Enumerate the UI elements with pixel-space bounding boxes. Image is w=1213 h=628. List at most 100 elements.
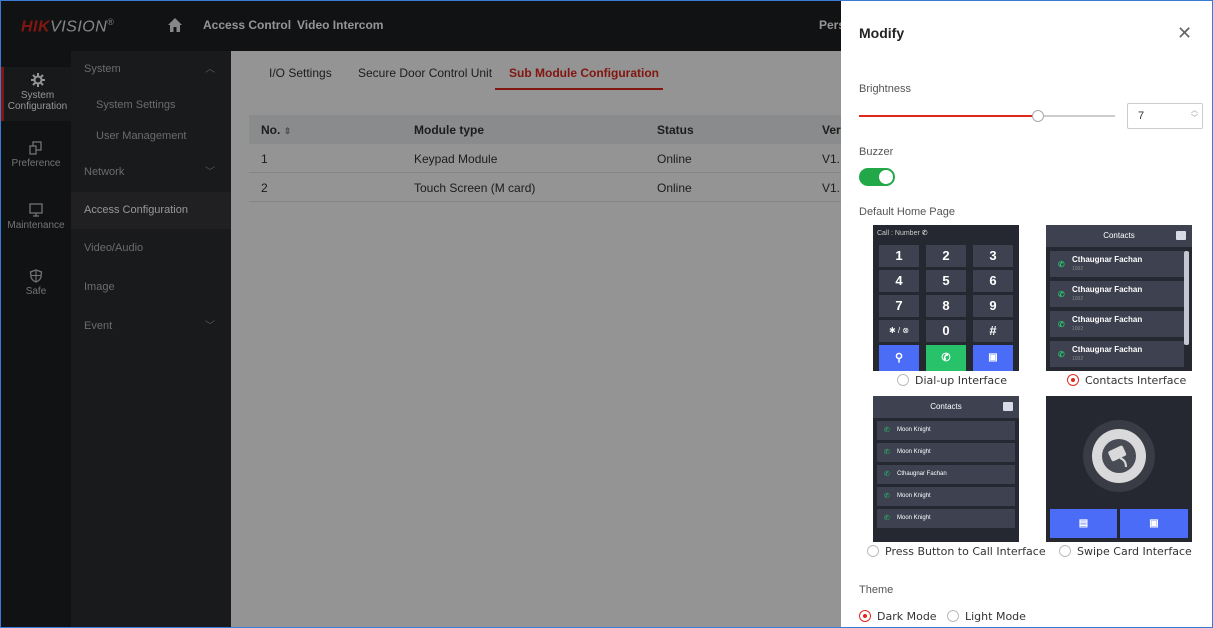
swipe-card-preview[interactable]: ▤ ▣ bbox=[1046, 396, 1192, 542]
phone-icon: ✆ bbox=[1058, 290, 1065, 299]
module-table: No. ⇕ Module type Status Ver 1 Keypad Mo… bbox=[249, 115, 841, 202]
phone-icon: ✆ bbox=[921, 230, 928, 237]
table-row[interactable]: 2 Touch Screen (M card) Online V1. bbox=[249, 173, 841, 202]
app-window: HIKVISION® Access Control Video Intercom… bbox=[0, 0, 1213, 628]
nav-video-intercom[interactable]: Video Intercom bbox=[297, 18, 383, 32]
contact-row: ✆ Cthaugnar Fachan 1002 bbox=[1050, 281, 1184, 307]
brightness-value: 7 bbox=[1138, 110, 1145, 122]
brightness-input[interactable]: 7 ︿ ﹀ bbox=[1127, 103, 1203, 129]
tab-sub-module-configuration[interactable]: Sub Module Configuration bbox=[509, 66, 659, 80]
cell-no: 1 bbox=[261, 152, 268, 166]
theme-light[interactable]: Light Mode bbox=[947, 610, 1026, 623]
theme-dark[interactable]: Dark Mode bbox=[859, 610, 937, 623]
cell-version: V1. bbox=[822, 152, 841, 166]
rail-item-safe[interactable]: Safe bbox=[1, 269, 71, 309]
rail-item-system-configuration[interactable]: System Configuration bbox=[1, 67, 71, 121]
slider-fill bbox=[859, 115, 1039, 117]
rail-label: Safe bbox=[25, 286, 47, 297]
subnav-network[interactable]: Network ﹀ bbox=[71, 154, 231, 191]
option-label: Swipe Card Interface bbox=[1077, 545, 1192, 558]
cell-no: 2 bbox=[261, 181, 268, 195]
subnav-label: Event bbox=[84, 320, 113, 332]
radio-light-mode[interactable] bbox=[947, 610, 959, 622]
key-3: 3 bbox=[973, 245, 1013, 267]
key-1: 1 bbox=[879, 245, 919, 267]
option-press-button[interactable]: Press Button to Call Interface bbox=[867, 545, 1046, 558]
tab-secure-door-control-unit[interactable]: Secure Door Control Unit bbox=[358, 66, 492, 80]
buzzer-toggle[interactable] bbox=[859, 168, 895, 186]
slider-handle[interactable] bbox=[1032, 110, 1045, 122]
nav-access-control[interactable]: Access Control bbox=[203, 18, 291, 32]
key-9: 9 bbox=[973, 295, 1013, 317]
main-content: I/O Settings Secure Door Control Unit Su… bbox=[231, 51, 841, 627]
subnav-system[interactable]: System ︿ bbox=[71, 51, 231, 88]
cell-version: V1. bbox=[822, 181, 841, 195]
chevron-down-icon: ﹀ bbox=[205, 321, 215, 332]
rail-label: Maintenance bbox=[7, 220, 65, 231]
table-header: No. ⇕ Module type Status Ver bbox=[249, 115, 841, 144]
icon-rail: System Configuration Preference Maintena… bbox=[1, 51, 71, 627]
phone-icon: ✆ bbox=[884, 427, 890, 434]
shield-icon bbox=[29, 269, 43, 283]
radio-dial-up[interactable] bbox=[897, 374, 909, 386]
contacts-icon: ▣ bbox=[973, 345, 1013, 371]
option-label: Contacts Interface bbox=[1085, 374, 1187, 387]
key-8: 8 bbox=[926, 295, 966, 317]
chevron-down-icon: ﹀ bbox=[205, 167, 215, 178]
rail-label: System bbox=[20, 90, 55, 101]
cell-status: Online bbox=[657, 152, 692, 166]
phone-icon: ✆ bbox=[1058, 350, 1065, 359]
sort-icon[interactable]: ⇕ bbox=[284, 126, 292, 136]
home-icon[interactable] bbox=[167, 17, 183, 33]
key-7: 7 bbox=[879, 295, 919, 317]
contact-row: ✆ Moon Knight bbox=[877, 421, 1015, 440]
dial-up-preview[interactable]: Call : Number ✆ 1 2 3 4 5 6 7 8 9 ✱ / ⊗ … bbox=[873, 225, 1019, 371]
table-row[interactable]: 1 Keypad Module Online V1. bbox=[249, 144, 841, 173]
phone-icon: ✆ bbox=[884, 449, 890, 456]
subnav-access-configuration[interactable]: Access Configuration bbox=[71, 192, 231, 229]
preference-icon bbox=[29, 141, 42, 155]
contacts-icon: ▣ bbox=[1120, 509, 1188, 538]
phone-icon: ✆ bbox=[884, 493, 890, 500]
key-0: 0 bbox=[926, 320, 966, 342]
subnav-label: Network bbox=[84, 166, 125, 178]
subnav-user-management[interactable]: User Management bbox=[71, 118, 231, 155]
press-button-preview[interactable]: Contacts ✆ Moon Knight ✆ Moon Knight ✆ Ctha… bbox=[873, 396, 1019, 542]
option-label: Light Mode bbox=[965, 610, 1026, 623]
contact-row: ✆ Moon Knight bbox=[877, 509, 1015, 528]
key-5: 5 bbox=[926, 270, 966, 292]
phone-icon: ✆ bbox=[884, 471, 890, 478]
rail-item-maintenance[interactable]: Maintenance bbox=[1, 203, 71, 243]
option-dial-up[interactable]: Dial-up Interface bbox=[897, 374, 1007, 387]
theme-label: Theme bbox=[859, 584, 894, 596]
active-tab-indicator bbox=[495, 88, 663, 90]
keypad-icon bbox=[1176, 231, 1186, 240]
key-star: ✱ / ⊗ bbox=[879, 320, 919, 342]
subnav-video-audio[interactable]: Video/Audio bbox=[71, 230, 231, 267]
option-swipe-card[interactable]: Swipe Card Interface bbox=[1059, 545, 1192, 558]
keypad-icon bbox=[1003, 402, 1013, 411]
contacts-preview[interactable]: Contacts ✆ Cthaugnar Fachan 1002 ✆ Cthaugna… bbox=[1046, 225, 1192, 371]
contact-row: ✆ Cthaugnar Fachan bbox=[877, 465, 1015, 484]
radio-contacts[interactable] bbox=[1067, 374, 1079, 386]
subnav-label: Video/Audio bbox=[84, 242, 144, 254]
subnav-image[interactable]: Image bbox=[71, 269, 231, 306]
radio-swipe-card[interactable] bbox=[1059, 545, 1071, 557]
sub-navigation: System ︿ System Settings User Management … bbox=[71, 51, 231, 627]
rail-item-preference[interactable]: Preference bbox=[1, 141, 71, 181]
tab-io-settings[interactable]: I/O Settings bbox=[269, 66, 332, 80]
radio-dark-mode[interactable] bbox=[859, 610, 871, 622]
brightness-slider[interactable] bbox=[859, 110, 1115, 122]
stepper-icon[interactable]: ︿ ﹀ bbox=[1191, 107, 1198, 123]
option-contacts[interactable]: Contacts Interface bbox=[1067, 374, 1186, 387]
phone-icon: ✆ bbox=[1058, 260, 1065, 269]
radio-press-button[interactable] bbox=[867, 545, 879, 557]
rail-label: Preference bbox=[11, 158, 61, 169]
contacts-header: Contacts bbox=[873, 396, 1019, 418]
column-header-no[interactable]: No. ⇕ bbox=[261, 123, 291, 137]
tab-bar: I/O Settings Secure Door Control Unit Su… bbox=[231, 51, 841, 91]
close-icon[interactable]: ✕ bbox=[1177, 24, 1192, 42]
subnav-label: System Settings bbox=[96, 99, 176, 111]
subnav-event[interactable]: Event ﹀ bbox=[71, 308, 231, 345]
option-label: Dark Mode bbox=[877, 610, 937, 623]
